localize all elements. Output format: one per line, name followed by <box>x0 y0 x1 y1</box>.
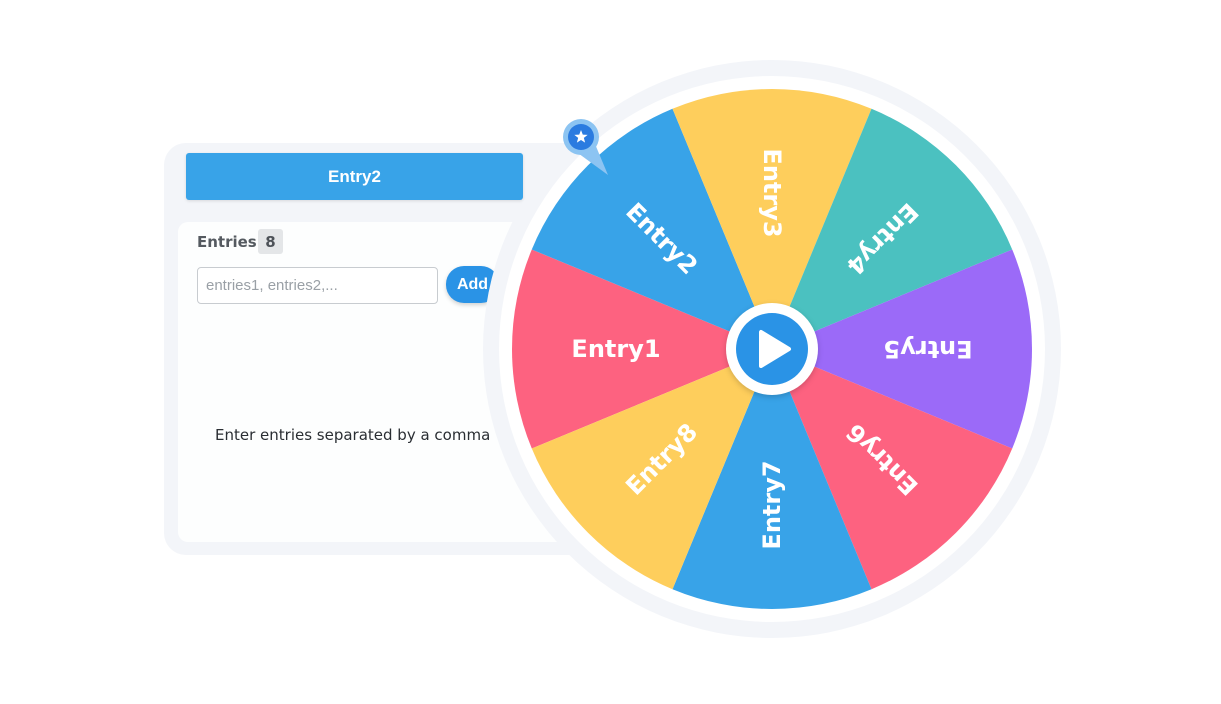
entries-hint: Enter entries separated by a comma <box>215 426 491 444</box>
spin-button[interactable] <box>736 313 808 385</box>
entries-input[interactable] <box>197 267 438 304</box>
entries-count-badge: 8 <box>258 229 283 254</box>
add-button[interactable]: Add <box>446 266 499 303</box>
result-display: Entry2 <box>186 153 523 200</box>
entries-label: Entries <box>197 233 257 251</box>
spin-wheel-app: Entry2 Entries 8 Add Enter entries separ… <box>0 0 1221 704</box>
star-marker-icon <box>574 130 588 143</box>
